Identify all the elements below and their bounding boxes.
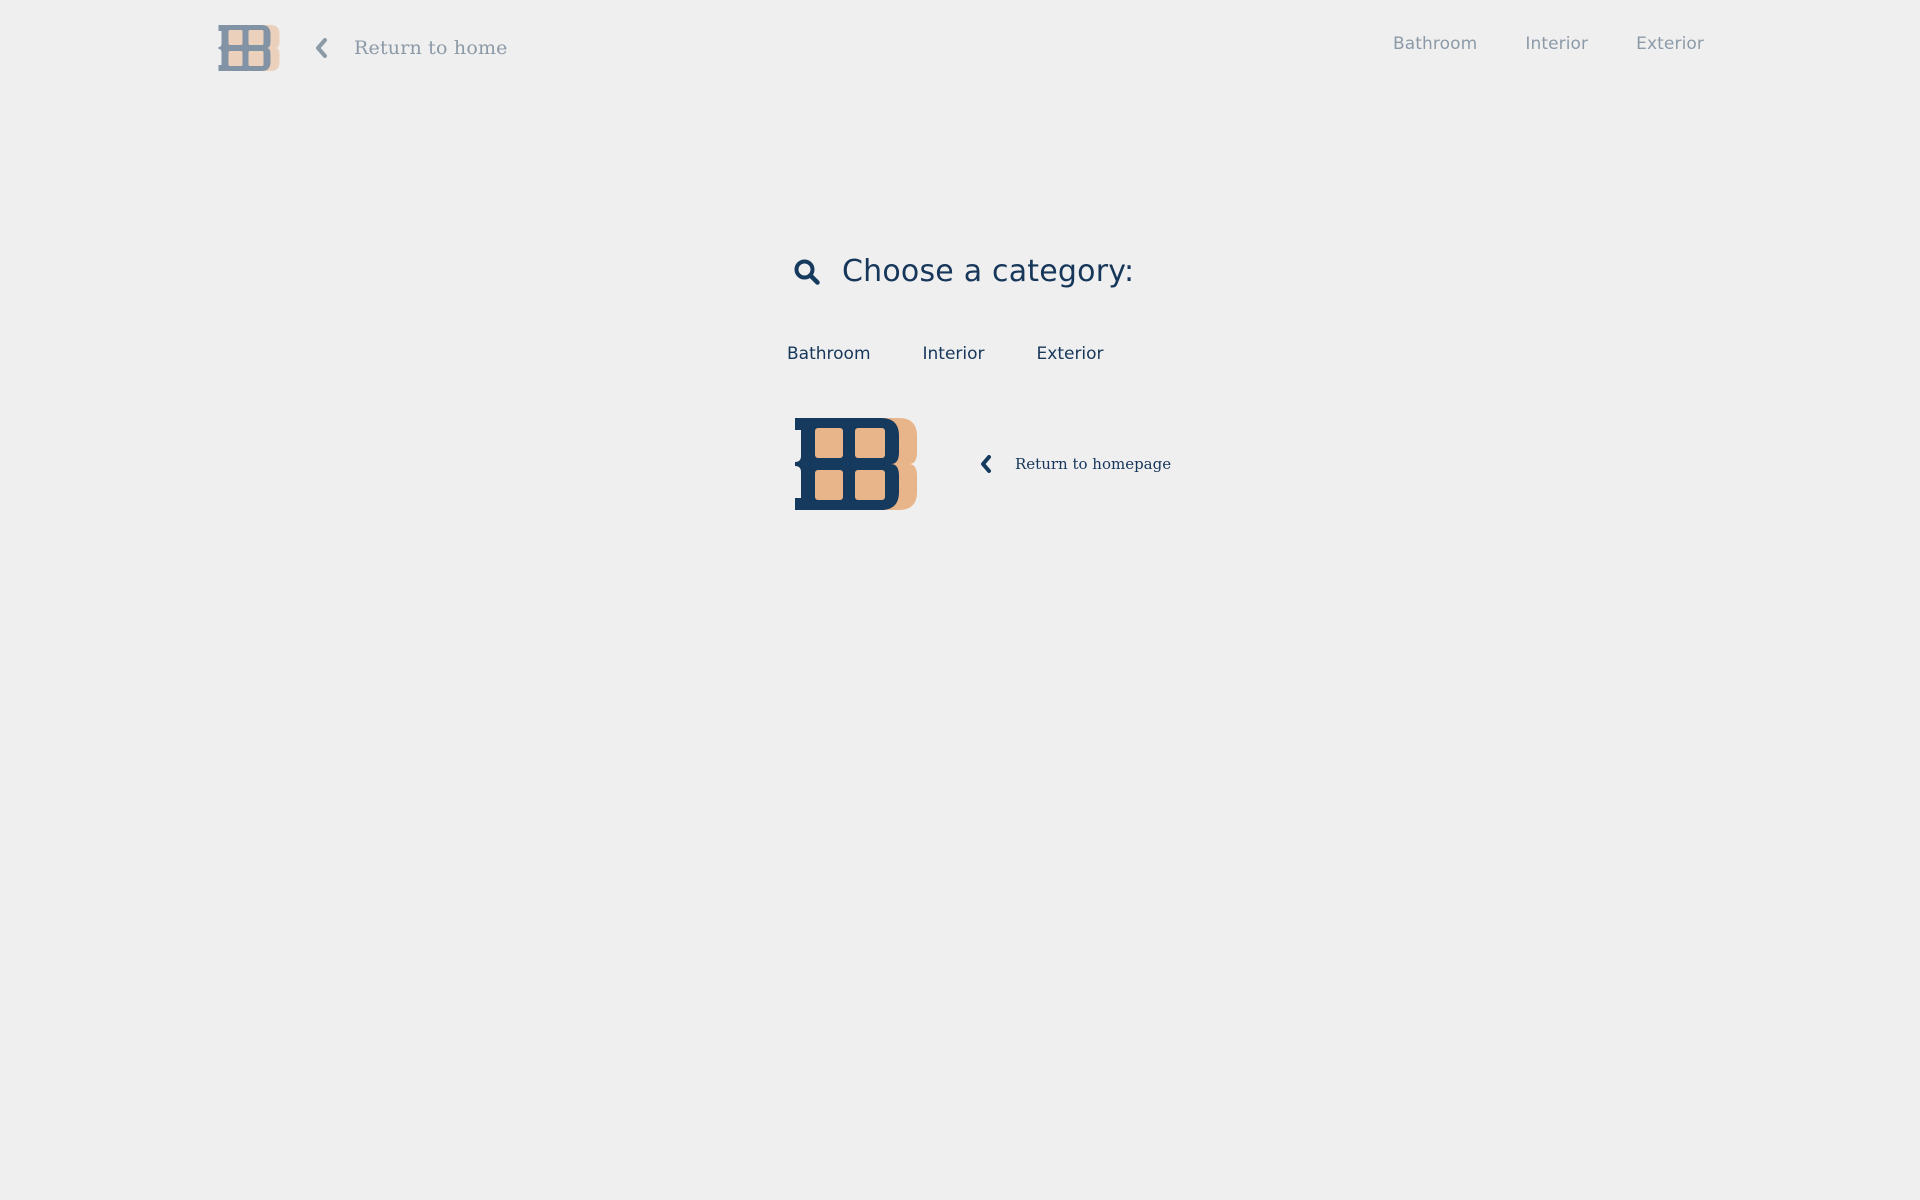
header-nav: Bathroom Interior Exterior bbox=[1393, 34, 1704, 54]
category-list: Bathroom Interior Exterior bbox=[787, 344, 1104, 364]
return-to-home-link[interactable]: Return to home bbox=[312, 30, 508, 66]
header-nav-bathroom[interactable]: Bathroom bbox=[1393, 34, 1477, 54]
category-interior[interactable]: Interior bbox=[923, 344, 985, 364]
return-to-home-label: Return to home bbox=[354, 37, 508, 59]
search-icon bbox=[792, 257, 822, 287]
title-row: Choose a category: bbox=[792, 254, 1134, 289]
return-to-homepage-link[interactable]: Return to homepage bbox=[977, 453, 1171, 475]
chevron-left-icon bbox=[312, 36, 330, 60]
page-title: Choose a category: bbox=[842, 254, 1135, 289]
header-nav-interior[interactable]: Interior bbox=[1525, 34, 1588, 54]
site-header: Return to home Bathroom Interior Exterio… bbox=[0, 0, 1920, 96]
chevron-left-icon bbox=[977, 453, 993, 475]
return-to-homepage-label: Return to homepage bbox=[1015, 455, 1172, 473]
footer-row: Return to homepage bbox=[795, 418, 1171, 510]
bb-logo-icon bbox=[795, 418, 917, 510]
bb-logo-icon bbox=[218, 25, 280, 71]
category-bathroom[interactable]: Bathroom bbox=[787, 344, 871, 364]
category-exterior[interactable]: Exterior bbox=[1037, 344, 1104, 364]
main-logo-link[interactable] bbox=[795, 418, 917, 510]
header-logo-link[interactable] bbox=[218, 25, 280, 71]
header-nav-exterior[interactable]: Exterior bbox=[1636, 34, 1704, 54]
